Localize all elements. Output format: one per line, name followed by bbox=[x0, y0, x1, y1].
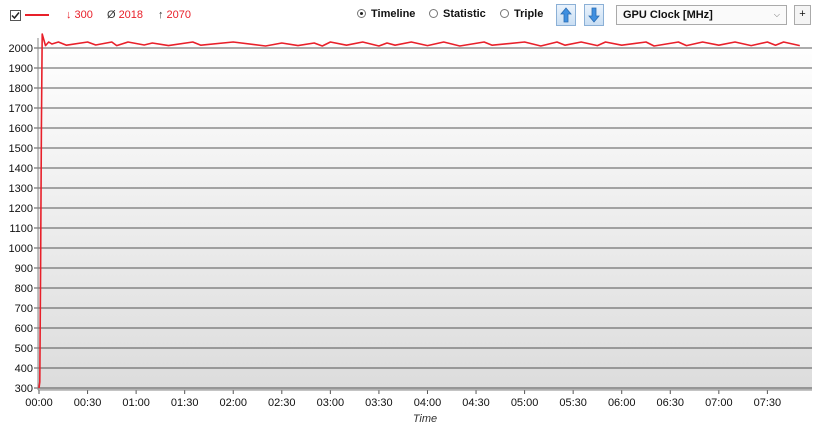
move-down-button[interactable] bbox=[584, 4, 604, 26]
min-arrow-icon: ↓ bbox=[66, 9, 72, 21]
y-tick-label: 900 bbox=[15, 263, 33, 275]
y-tick-label: 1000 bbox=[9, 243, 33, 255]
max-value: 2070 bbox=[166, 9, 191, 21]
y-tick-label: 1700 bbox=[9, 103, 33, 115]
radio-unselected-icon[interactable] bbox=[500, 9, 509, 18]
view-timeline-label: Timeline bbox=[371, 8, 416, 20]
x-tick-label: 04:00 bbox=[414, 397, 442, 409]
avg-value: 2018 bbox=[118, 9, 144, 21]
y-tick-label: 500 bbox=[15, 343, 33, 355]
y-tick-label: 400 bbox=[15, 363, 33, 375]
timeline-chart: 300 400 500 600 700 800 900 1000 1100 1200 1300 140… bbox=[9, 33, 812, 425]
x-tick-label: 04:30 bbox=[462, 397, 490, 409]
y-tick-label: 1800 bbox=[9, 83, 33, 95]
x-tick-label: 00:00 bbox=[25, 397, 53, 409]
y-tick-label: 800 bbox=[15, 283, 33, 295]
max-stat: ↑ 2070 bbox=[158, 9, 191, 21]
sensor-select-value: GPU Clock [MHz] bbox=[623, 9, 713, 21]
arrow-up-icon bbox=[560, 7, 572, 23]
x-axis-ticks: 00:00 00:30 01:00 01:30 02:00 02:30 03:00 03:30… bbox=[25, 390, 781, 409]
move-up-button[interactable] bbox=[556, 4, 576, 26]
radio-selected-icon[interactable] bbox=[357, 9, 366, 18]
view-statistic-label: Statistic bbox=[443, 8, 486, 20]
max-arrow-icon: ↑ bbox=[158, 9, 164, 21]
x-tick-label: 02:00 bbox=[219, 397, 247, 409]
avg-symbol-icon: Ø bbox=[107, 9, 116, 21]
x-axis-title: Time bbox=[413, 413, 437, 425]
min-stat: ↓ 300 bbox=[66, 9, 93, 21]
x-tick-label: 06:30 bbox=[657, 397, 685, 409]
sensor-select[interactable]: GPU Clock [MHz] ⌵ bbox=[616, 5, 787, 25]
y-tick-label: 1200 bbox=[9, 203, 33, 215]
arrow-down-icon bbox=[588, 7, 600, 23]
y-tick-label: 1400 bbox=[9, 163, 33, 175]
y-tick-label: 2000 bbox=[9, 43, 33, 55]
y-tick-label: 700 bbox=[15, 303, 33, 315]
x-tick-label: 02:30 bbox=[268, 397, 296, 409]
x-tick-label: 05:30 bbox=[559, 397, 587, 409]
add-graph-button[interactable]: + bbox=[794, 5, 811, 25]
x-tick-label: 00:30 bbox=[74, 397, 102, 409]
series-legend-line bbox=[25, 14, 49, 16]
x-tick-label: 06:00 bbox=[608, 397, 636, 409]
view-triple-label: Triple bbox=[514, 8, 544, 20]
plot-area bbox=[38, 38, 812, 390]
y-tick-label: 300 bbox=[15, 383, 33, 395]
x-tick-label: 07:30 bbox=[754, 397, 782, 409]
y-axis-ticks: 300 400 500 600 700 800 900 1000 1100 1200 1300 140… bbox=[9, 43, 38, 395]
x-tick-label: 01:30 bbox=[171, 397, 199, 409]
x-tick-label: 07:00 bbox=[705, 397, 733, 409]
y-tick-label: 1100 bbox=[9, 223, 33, 235]
view-triple-radio[interactable]: Triple bbox=[500, 8, 543, 20]
y-tick-label: 1300 bbox=[9, 183, 33, 195]
y-tick-label: 1600 bbox=[9, 123, 33, 135]
min-value: 300 bbox=[74, 9, 93, 21]
view-timeline-radio[interactable]: Timeline bbox=[357, 8, 415, 20]
x-tick-label: 03:00 bbox=[317, 397, 345, 409]
y-tick-label: 1500 bbox=[9, 143, 33, 155]
toolbar: ↓ 300 Ø 2018 ↑ 2070 Timeline Statistic Trip… bbox=[0, 0, 823, 32]
chevron-down-icon: ⌵ bbox=[773, 10, 780, 19]
avg-stat: Ø 2018 bbox=[107, 9, 143, 21]
radio-unselected-icon[interactable] bbox=[429, 9, 438, 18]
x-tick-label: 01:00 bbox=[122, 397, 150, 409]
x-tick-label: 03:30 bbox=[365, 397, 393, 409]
y-tick-label: 1900 bbox=[9, 63, 33, 75]
x-tick-label: 05:00 bbox=[511, 397, 539, 409]
y-tick-label: 600 bbox=[15, 323, 33, 335]
view-statistic-radio[interactable]: Statistic bbox=[429, 8, 486, 20]
series-visible-checkbox[interactable] bbox=[10, 10, 21, 21]
